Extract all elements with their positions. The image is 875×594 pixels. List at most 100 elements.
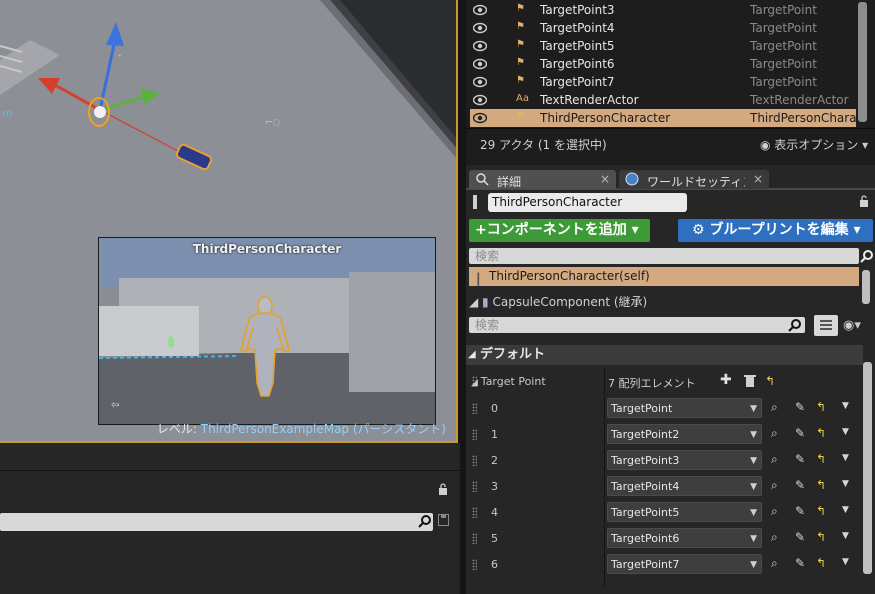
target-point-combo[interactable]: TargetPoint3 ▼ xyxy=(607,450,762,470)
search-icon[interactable] xyxy=(418,514,432,528)
visibility-eye-icon[interactable] xyxy=(473,76,487,88)
visibility-eye-icon[interactable] xyxy=(473,58,487,70)
eyedropper-icon[interactable]: ✎ xyxy=(795,556,805,570)
actor-type: TargetPoint xyxy=(750,39,817,53)
target-point-combo[interactable]: TargetPoint6 ▼ xyxy=(607,528,762,548)
preview-title: ThirdPersonCharacter xyxy=(192,242,342,256)
browse-search-icon[interactable]: ⌕ xyxy=(771,478,778,493)
tab-world-settings[interactable]: ワールドセッティンク × xyxy=(619,170,769,189)
lock-icon[interactable] xyxy=(857,195,871,207)
outliner-row[interactable]: ⚑ TargetPoint5 TargetPoint xyxy=(470,37,856,55)
visibility-eye-icon[interactable] xyxy=(473,94,487,106)
target-point-icon: ⚑ xyxy=(516,39,525,50)
add-component-button[interactable]: +コンポーネントを追加 ▾ xyxy=(469,219,650,242)
browse-search-icon[interactable]: ⌕ xyxy=(771,530,778,545)
reset-icon[interactable]: ↰ xyxy=(816,556,826,570)
details-scrollbar[interactable] xyxy=(863,362,872,574)
outliner-row[interactable]: ⚑ ThirdPersonCharacter ThirdPersonCharac xyxy=(470,109,863,127)
add-element-icon[interactable]: ✚ xyxy=(720,372,732,388)
reset-icon[interactable]: ↰ xyxy=(765,374,775,388)
drag-handle[interactable] xyxy=(472,559,477,570)
visibility-eye-icon[interactable] xyxy=(473,40,487,52)
target-point-combo[interactable]: TargetPoint5 ▼ xyxy=(607,502,762,522)
details-icon xyxy=(475,172,489,186)
array-index: 0 xyxy=(491,402,498,415)
target-point-combo[interactable]: TargetPoint7 ▼ xyxy=(607,554,762,574)
level-viewport[interactable]: ⌐◌ • m ⇦ ThirdPersonCharacter レベル: Third… xyxy=(0,0,458,443)
drag-handle[interactable] xyxy=(472,429,477,440)
actor-count: 29 アクタ (1 を選択中) xyxy=(480,138,607,152)
reset-icon[interactable]: ↰ xyxy=(816,530,826,544)
browse-search-icon[interactable]: ⌕ xyxy=(771,400,778,415)
reset-icon[interactable]: ↰ xyxy=(816,452,826,466)
level-indicator: レベル: ThirdPersonExampleMap (パーシスタント) xyxy=(157,420,446,437)
outliner-row[interactable]: ⚑ TargetPoint3 TargetPoint xyxy=(470,1,856,19)
content-search-input[interactable] xyxy=(0,513,433,531)
trash-icon[interactable] xyxy=(744,374,756,387)
visibility-eye-icon[interactable] xyxy=(473,112,487,124)
actor-name-field[interactable]: ThirdPersonCharacter xyxy=(488,193,687,212)
drag-handle[interactable] xyxy=(472,403,477,414)
reset-icon[interactable]: ↰ xyxy=(816,426,826,440)
reset-icon[interactable]: ↰ xyxy=(816,504,826,518)
search-icon[interactable] xyxy=(860,249,874,263)
eyedropper-icon[interactable]: ✎ xyxy=(795,504,805,518)
text-render-icon: Aa xyxy=(516,93,529,104)
property-matrix-button[interactable] xyxy=(814,315,838,336)
component-scrollbar[interactable] xyxy=(862,270,870,304)
component-self[interactable]: ┃ ThirdPersonCharacter(self) xyxy=(469,267,859,286)
target-point-expander[interactable]: ◢ Target Point xyxy=(471,375,546,388)
search-icon[interactable] xyxy=(788,318,802,332)
component-capsule[interactable]: ◢ ▮ CapsuleComponent (継承) xyxy=(469,293,647,310)
drag-handle[interactable] xyxy=(472,533,477,544)
chevron-down-icon[interactable]: ▼ xyxy=(842,557,849,567)
outliner-row[interactable]: ⚑ TargetPoint7 TargetPoint xyxy=(470,73,856,91)
details-search-input[interactable]: 検索 xyxy=(469,317,805,333)
outliner-row[interactable]: ⚑ TargetPoint6 TargetPoint xyxy=(470,55,856,73)
target-point-combo[interactable]: TargetPoint2 ▼ xyxy=(607,424,762,444)
chevron-down-icon[interactable]: ▼ xyxy=(842,427,849,437)
eyedropper-icon[interactable]: ✎ xyxy=(795,452,805,466)
svg-text:⇦: ⇦ xyxy=(111,400,119,411)
drag-handle[interactable] xyxy=(472,481,477,492)
target-point-combo[interactable]: TargetPoint4 ▼ xyxy=(607,476,762,496)
chevron-down-icon: ▼ xyxy=(750,534,757,544)
browse-search-icon[interactable]: ⌕ xyxy=(771,452,778,467)
browse-search-icon[interactable]: ⌕ xyxy=(771,504,778,519)
outliner-row[interactable]: Aa TextRenderActor TextRenderActor xyxy=(470,91,856,109)
view-options-button[interactable]: ◉ 表示オプション ▾ xyxy=(760,136,868,153)
combo-value: TargetPoint6 xyxy=(611,532,680,545)
drag-handle[interactable] xyxy=(472,455,477,466)
visibility-eye-icon[interactable] xyxy=(473,22,487,34)
edit-blueprint-button[interactable]: ⚙ ブループリントを編集 ▾ xyxy=(678,219,873,242)
eye-icon[interactable]: ◉▾ xyxy=(843,318,861,333)
eyedropper-icon[interactable]: ✎ xyxy=(795,478,805,492)
camera-preview: ⇦ ThirdPersonCharacter xyxy=(98,237,436,425)
globe-icon xyxy=(625,172,639,186)
close-icon[interactable]: × xyxy=(753,172,763,186)
drag-handle[interactable] xyxy=(472,507,477,518)
save-icon[interactable] xyxy=(438,514,449,526)
eyedropper-icon[interactable]: ✎ xyxy=(795,530,805,544)
component-search-input[interactable]: 検索 xyxy=(469,248,859,264)
category-header[interactable]: ◢ デフォルト xyxy=(466,345,863,365)
browse-search-icon[interactable]: ⌕ xyxy=(771,556,778,571)
target-point-combo[interactable]: TargetPoint ▼ xyxy=(607,398,762,418)
chevron-down-icon[interactable]: ▼ xyxy=(842,505,849,515)
close-icon[interactable]: × xyxy=(600,172,610,186)
visibility-eye-icon[interactable] xyxy=(473,4,487,16)
array-index: 6 xyxy=(491,558,498,571)
outliner-row[interactable]: ⚑ TargetPoint4 TargetPoint xyxy=(470,19,856,37)
eyedropper-icon[interactable]: ✎ xyxy=(795,400,805,414)
chevron-down-icon[interactable]: ▼ xyxy=(842,453,849,463)
chevron-down-icon[interactable]: ▼ xyxy=(842,401,849,411)
eyedropper-icon[interactable]: ✎ xyxy=(795,426,805,440)
chevron-down-icon[interactable]: ▼ xyxy=(842,531,849,541)
chevron-down-icon[interactable]: ▼ xyxy=(842,479,849,489)
reset-icon[interactable]: ↰ xyxy=(816,478,826,492)
outliner-scrollbar[interactable] xyxy=(858,2,867,122)
reset-icon[interactable]: ↰ xyxy=(816,400,826,414)
tab-details[interactable]: 詳細 × xyxy=(469,170,616,189)
browse-search-icon[interactable]: ⌕ xyxy=(771,426,778,441)
lock-icon[interactable] xyxy=(436,483,450,495)
